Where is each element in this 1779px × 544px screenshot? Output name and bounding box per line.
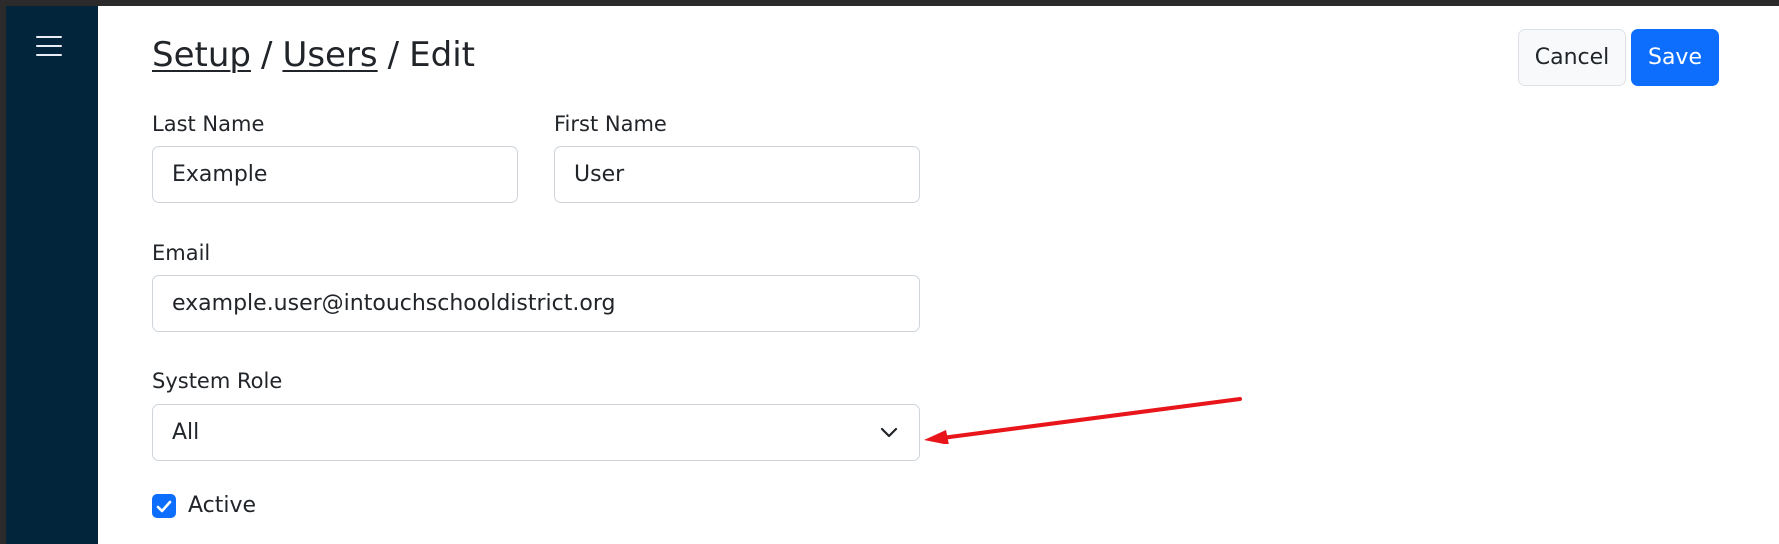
breadcrumb-link-users[interactable]: Users (282, 35, 377, 75)
cancel-button[interactable]: Cancel (1518, 29, 1626, 86)
first-name-label: First Name (554, 112, 667, 136)
save-button[interactable]: Save (1631, 29, 1719, 86)
last-name-label: Last Name (152, 112, 265, 136)
menu-line (36, 45, 62, 47)
sidebar (6, 6, 98, 544)
breadcrumb-separator: / (387, 35, 400, 75)
chevron-down-icon (878, 422, 900, 444)
hamburger-menu-icon[interactable] (36, 34, 62, 58)
red-arrow-annotation (924, 397, 1242, 444)
breadcrumb-separator: / (260, 35, 273, 75)
breadcrumb-link-setup[interactable]: Setup (152, 35, 251, 75)
last-name-input[interactable]: Example (152, 146, 518, 203)
menu-line (36, 36, 62, 38)
breadcrumb-current: Edit (409, 35, 475, 75)
active-checkbox[interactable] (152, 494, 176, 518)
system-role-label: System Role (152, 369, 283, 393)
active-checkbox-label[interactable]: Active (188, 491, 256, 521)
breadcrumb: Setup / Users / Edit (152, 34, 475, 76)
email-input[interactable]: example.user@intouchschooldistrict.org (152, 275, 920, 332)
system-role-selected-value: All (172, 420, 200, 445)
checkmark-icon (156, 500, 172, 512)
main-content: Setup / Users / Edit Cancel Save Last Name E… (98, 6, 1779, 544)
menu-line (36, 54, 62, 56)
first-name-input[interactable]: User (554, 146, 920, 203)
system-role-select[interactable]: All (152, 404, 920, 461)
email-label: Email (152, 241, 211, 265)
app-frame: Setup / Users / Edit Cancel Save Last Name E… (6, 6, 1779, 544)
